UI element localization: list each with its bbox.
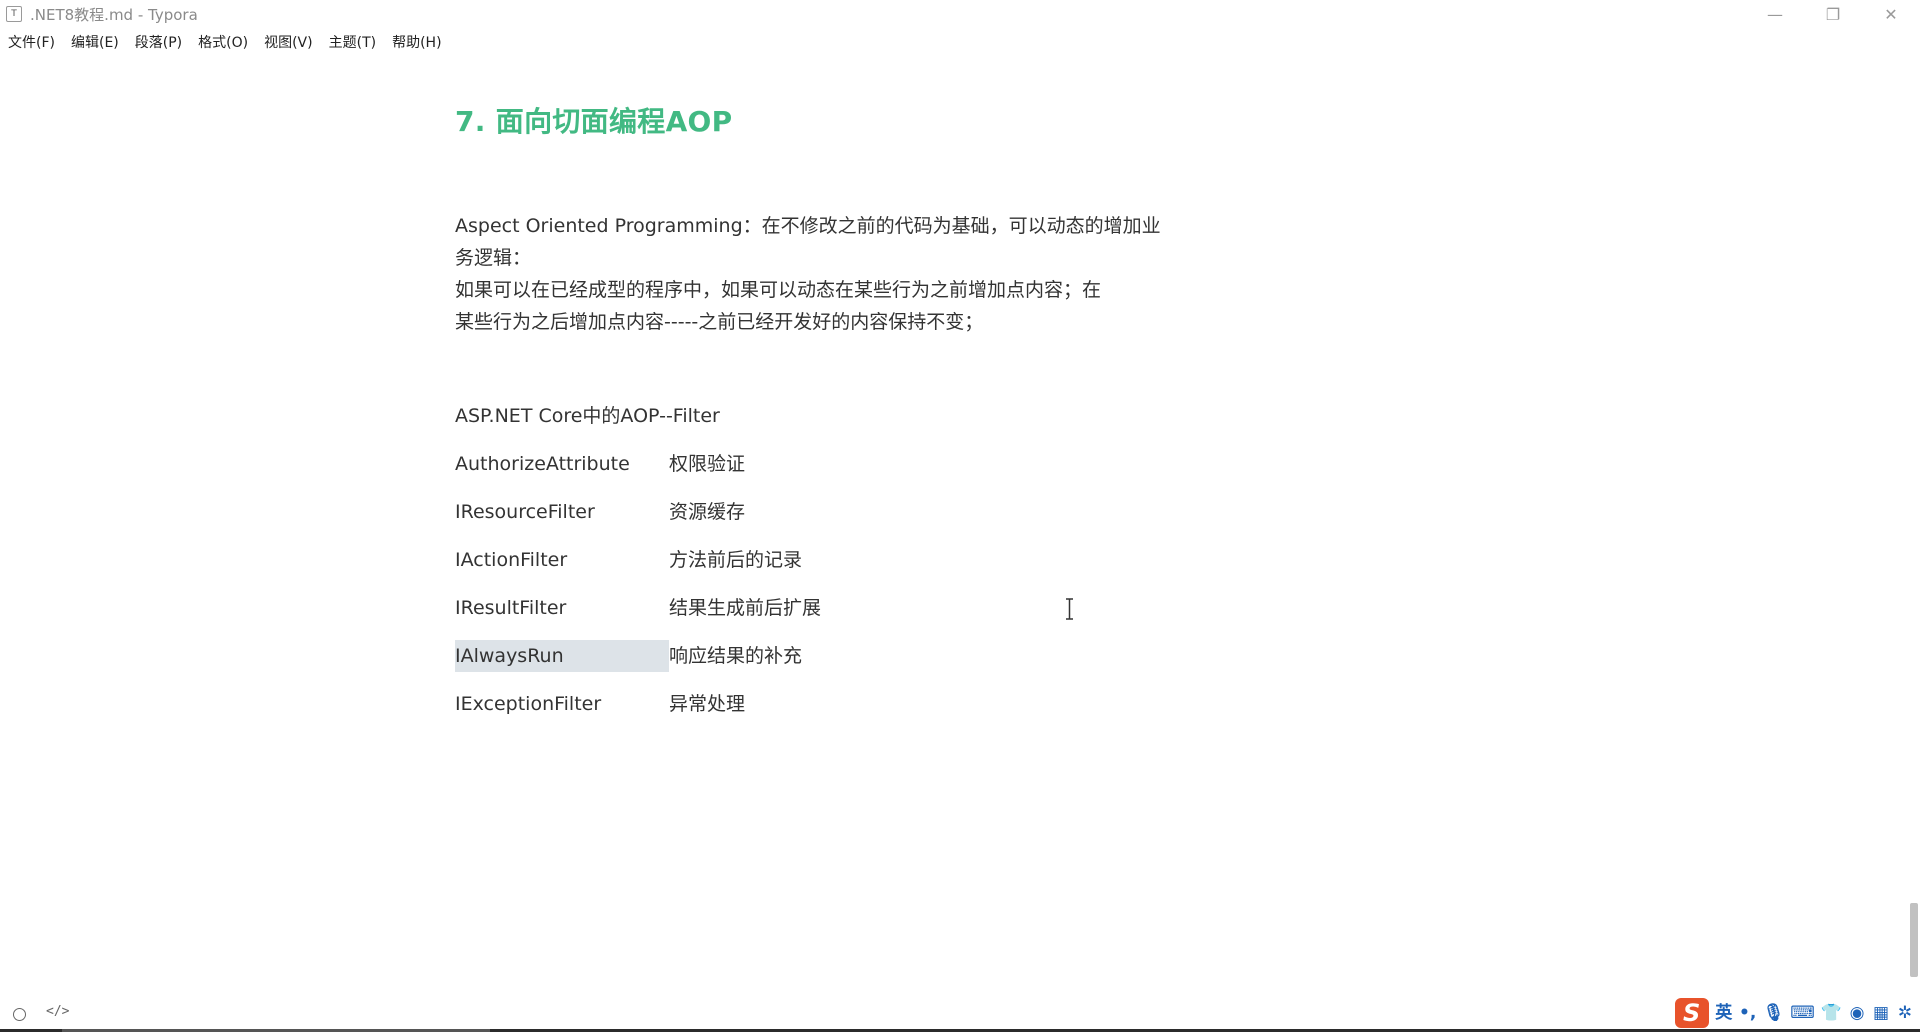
vertical-scrollbar-thumb[interactable] [1910, 903, 1918, 977]
filter-row[interactable]: IResourceFilter 资源缓存 [455, 496, 745, 528]
apps-icon[interactable]: ▦ [1872, 998, 1890, 1028]
menu-view[interactable]: 视图(V) [258, 32, 319, 52]
menu-format[interactable]: 格式(O) [192, 32, 254, 52]
filter-desc: 响应结果的补充 [669, 645, 803, 667]
settings-icon[interactable]: ✲ [1896, 998, 1914, 1028]
restore-button[interactable]: ❐ [1804, 0, 1862, 28]
paragraph-line: 某些行为之后增加点内容-----之前已经开发好的内容保持不变； [455, 311, 984, 333]
typora-app-icon: T [6, 6, 22, 22]
filter-name: IResultFilter [455, 597, 567, 619]
restore-icon: ❐ [1825, 4, 1841, 24]
window-title: .NET8教程.md - Typora [30, 5, 198, 24]
punctuation-icon[interactable]: •, [1739, 998, 1757, 1028]
game-icon[interactable]: ◉ [1848, 998, 1866, 1028]
menu-bar: 文件(F) 编辑(E) 段落(P) 格式(O) 视图(V) 主题(T) 帮助(H… [0, 30, 452, 54]
ibeam-cursor-icon [1065, 598, 1074, 620]
filter-row[interactable]: IResultFilter 结果生成前后扩展 [455, 592, 821, 624]
filter-row[interactable]: IActionFilter 方法前后的记录 [455, 544, 802, 576]
paragraph-line: Aspect Oriented Programming：在不修改之前的代码为基础… [455, 215, 1161, 237]
filter-desc: 资源缓存 [669, 501, 746, 523]
menu-help[interactable]: 帮助(H) [386, 32, 447, 52]
filter-desc: 结果生成前后扩展 [669, 597, 822, 619]
ime-mode-toggle[interactable]: 英 [1715, 998, 1733, 1028]
minimize-button[interactable]: — [1746, 0, 1804, 28]
menu-theme[interactable]: 主题(T) [323, 32, 382, 52]
sidebar-toggle-icon[interactable] [13, 1008, 26, 1021]
menu-file[interactable]: 文件(F) [2, 32, 61, 52]
keyboard-icon[interactable]: ⌨ [1790, 998, 1815, 1028]
status-bar: </> S 英 •, 🎙 ⌨ 👕 ◉ ▦ ✲ [0, 998, 1920, 1032]
section-heading[interactable]: 7. 面向切面编程AOP [455, 100, 732, 144]
menu-paragraph[interactable]: 段落(P) [129, 32, 188, 52]
window-controls: — ❐ ✕ [1746, 0, 1920, 28]
mic-icon[interactable]: 🎙 [1763, 998, 1785, 1028]
filter-row[interactable]: AuthorizeAttribute 权限验证 [455, 448, 745, 480]
title-bar: T .NET8教程.md - Typora — ❐ ✕ [0, 0, 1920, 28]
filter-desc: 方法前后的记录 [669, 549, 803, 571]
minimize-icon: — [1767, 4, 1783, 24]
sogou-logo-icon[interactable]: S [1674, 998, 1709, 1028]
filter-name-selected: IAlwaysRun [455, 640, 669, 672]
filter-name: AuthorizeAttribute [455, 453, 630, 475]
typora-window: T .NET8教程.md - Typora — ❐ ✕ 文件(F) 编辑(E) … [0, 0, 1920, 1032]
filter-name: IResourceFilter [455, 501, 595, 523]
menu-edit[interactable]: 编辑(E) [65, 32, 125, 52]
filter-row[interactable]: IAlwaysRun 响应结果的补充 [455, 640, 802, 672]
paragraph-line: 务逻辑： [455, 247, 532, 269]
paragraph-line: 如果可以在已经成型的程序中，如果可以动态在某些行为之前增加点内容；在 [455, 279, 1102, 301]
filter-desc: 权限验证 [669, 453, 746, 475]
shirt-icon[interactable]: 👕 [1821, 998, 1842, 1028]
close-button[interactable]: ✕ [1862, 0, 1920, 28]
filter-name: IExceptionFilter [455, 693, 602, 715]
aop-description-paragraph[interactable]: Aspect Oriented Programming：在不修改之前的代码为基础… [455, 210, 1215, 338]
filter-section-title[interactable]: ASP.NET Core中的AOP--Filter [455, 400, 720, 432]
filter-name: IActionFilter [455, 549, 568, 571]
close-icon: ✕ [1884, 4, 1898, 24]
ime-toolbar: S 英 •, 🎙 ⌨ 👕 ◉ ▦ ✲ [1674, 998, 1914, 1028]
filter-desc: 异常处理 [669, 693, 746, 715]
filter-row[interactable]: IExceptionFilter 异常处理 [455, 688, 745, 720]
source-mode-icon[interactable]: </> [46, 1004, 69, 1019]
